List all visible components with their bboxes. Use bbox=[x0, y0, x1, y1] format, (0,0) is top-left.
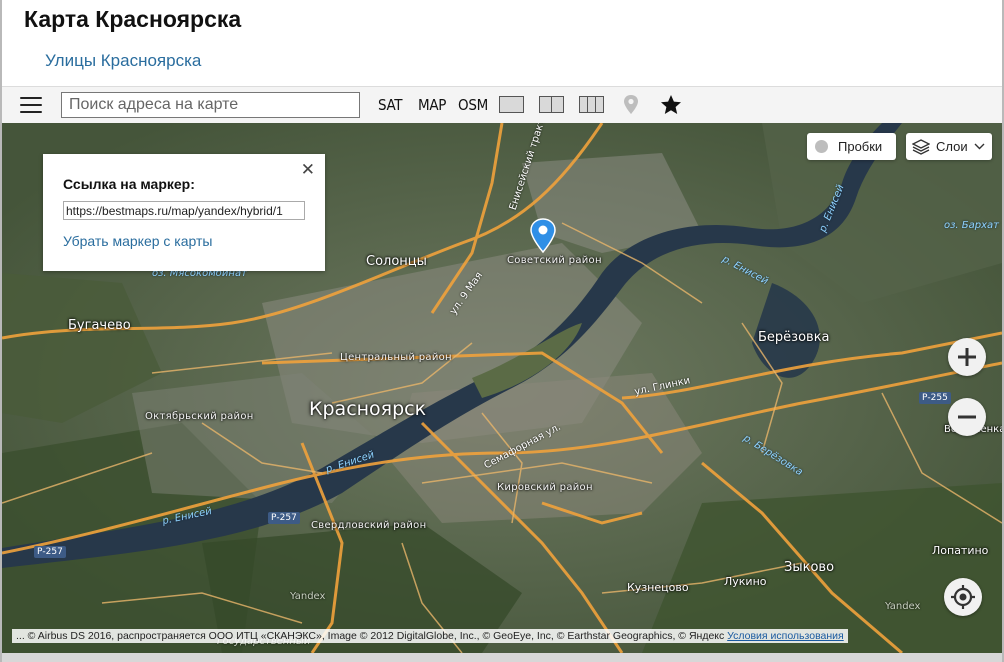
streets-link[interactable]: Улицы Красноярска bbox=[45, 51, 201, 71]
osm-mode-button[interactable]: OSM bbox=[458, 96, 488, 114]
road-shield: Р-255 bbox=[919, 392, 951, 404]
marker-link-popup: ✕ Ссылка на маркер: Убрать маркер с карт… bbox=[43, 154, 325, 271]
chevron-down-icon bbox=[974, 143, 985, 150]
crosshair-icon bbox=[951, 585, 975, 609]
bottom-scrollbar[interactable] bbox=[2, 653, 1002, 662]
minus-icon bbox=[958, 415, 976, 419]
map-pin-icon[interactable] bbox=[622, 94, 640, 116]
map-mode-button[interactable]: MAP bbox=[418, 96, 446, 114]
single-pane-icon[interactable] bbox=[499, 96, 524, 113]
traffic-light-icon bbox=[815, 140, 828, 153]
road-shield: Р-257 bbox=[268, 512, 300, 524]
traffic-button[interactable]: Пробки bbox=[807, 133, 896, 160]
road-shield: Р-257 bbox=[34, 546, 66, 558]
map-toolbar: SAT MAP OSM bbox=[2, 86, 1002, 123]
zoom-out-button[interactable] bbox=[948, 398, 986, 436]
menu-icon[interactable] bbox=[20, 97, 42, 115]
traffic-label: Пробки bbox=[838, 139, 883, 154]
sat-mode-button[interactable]: SAT bbox=[378, 96, 403, 114]
terms-of-use-link[interactable]: Условия использования bbox=[727, 630, 844, 642]
two-pane-icon[interactable] bbox=[539, 96, 564, 113]
three-pane-icon[interactable] bbox=[579, 96, 604, 113]
remove-marker-link[interactable]: Убрать маркер с карты bbox=[63, 233, 212, 249]
layers-label: Слои bbox=[936, 139, 968, 154]
attribution-text: ... © Airbus DS 2016, распространяется О… bbox=[16, 630, 728, 642]
close-icon[interactable]: ✕ bbox=[301, 160, 315, 180]
popup-heading: Ссылка на маркер: bbox=[63, 176, 195, 192]
marker-link-field[interactable] bbox=[63, 201, 305, 220]
map-attribution: ... © Airbus DS 2016, распространяется О… bbox=[12, 629, 848, 643]
layers-button[interactable]: Слои bbox=[906, 133, 992, 160]
star-icon[interactable] bbox=[659, 93, 683, 117]
layers-icon bbox=[912, 139, 930, 155]
search-input[interactable] bbox=[61, 92, 360, 118]
page-title: Карта Красноярска bbox=[24, 6, 242, 32]
geolocation-button[interactable] bbox=[944, 578, 982, 616]
zoom-in-button[interactable] bbox=[948, 338, 986, 376]
plus-icon bbox=[958, 348, 976, 366]
